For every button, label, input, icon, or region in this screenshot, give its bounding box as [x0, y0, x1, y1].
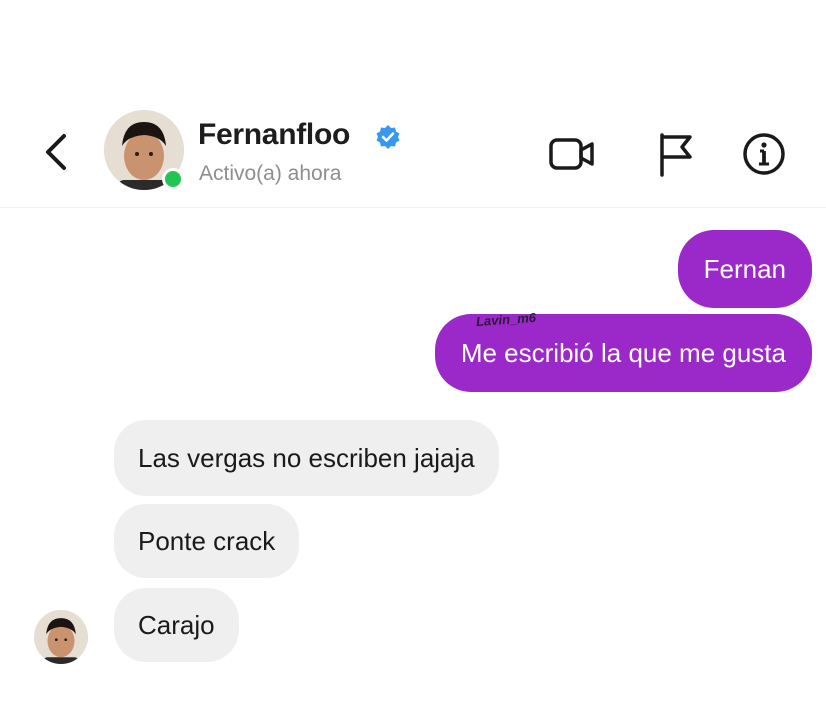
outgoing-message[interactable]: Fernan	[677, 230, 812, 308]
incoming-message[interactable]: Ponte crack	[114, 504, 300, 578]
video-call-icon	[549, 138, 594, 170]
active-status: Activo(a) ahora	[199, 162, 342, 185]
contact-avatar-small[interactable]	[34, 610, 88, 664]
incoming-message[interactable]: Las vergas no escriben jajaja	[114, 420, 499, 496]
report-button[interactable]	[652, 130, 700, 178]
info-icon	[743, 133, 785, 175]
online-status-dot	[162, 168, 184, 190]
info-button[interactable]	[740, 130, 788, 178]
back-chevron-icon	[46, 134, 66, 170]
message-text: Me escribió la que me gusta	[460, 338, 786, 368]
contact-avatar[interactable]	[104, 110, 186, 192]
avatar-image	[34, 610, 88, 664]
chat-screen: Fernanfloo Activo(a) ahora Fernan Me esc…	[0, 0, 826, 702]
contact-name[interactable]: Fernanfloo	[198, 118, 350, 152]
message-text: Las vergas no escriben jajaja	[138, 443, 475, 473]
back-button[interactable]	[36, 130, 76, 174]
chat-header: Fernanfloo Activo(a) ahora	[0, 100, 826, 208]
report-flag-icon	[660, 133, 692, 177]
message-text: Carajo	[138, 610, 215, 640]
verified-badge-icon	[376, 125, 400, 149]
message-text: Ponte crack	[138, 526, 276, 556]
incoming-message[interactable]: Carajo	[114, 588, 239, 662]
video-call-button[interactable]	[548, 130, 596, 178]
message-text: Fernan	[703, 254, 786, 284]
